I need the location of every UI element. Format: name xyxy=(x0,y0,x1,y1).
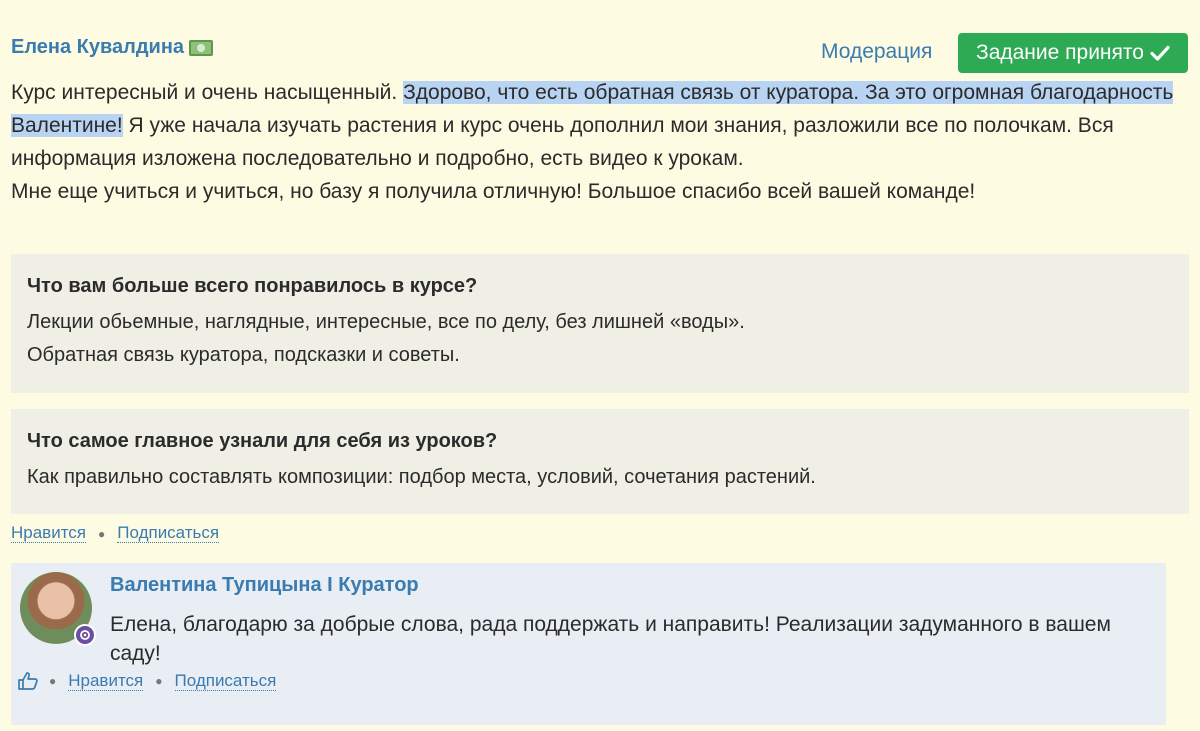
review-text-part1: Курс интересный и очень насыщенный. xyxy=(11,81,404,104)
review-page: Елена Кувалдина Модерация Задание принят… xyxy=(0,0,1200,731)
review-author-name[interactable]: Елена Кувалдина xyxy=(11,36,184,59)
separator-dot: ● xyxy=(155,674,163,688)
qa-question: Что вам больше всего понравилось в курсе… xyxy=(27,275,478,297)
reply-subscribe-link[interactable]: Подписаться xyxy=(174,671,277,691)
qa-question: Что самое главное узнали для себя из уро… xyxy=(27,430,498,452)
moderation-link[interactable]: Модерация xyxy=(821,40,932,64)
reply-author-name[interactable]: Валентина Тупицына I Куратор xyxy=(110,574,419,597)
reply-actions: ● Нравится ● Подписаться xyxy=(17,671,277,691)
qa-answer-line: Лекции обьемные, наглядные, интересные, … xyxy=(27,311,745,333)
avatar[interactable] xyxy=(20,572,96,646)
thumbs-up-icon[interactable] xyxy=(17,671,39,691)
subscribe-link[interactable]: Подписаться xyxy=(117,524,220,543)
separator-dot: ● xyxy=(98,526,106,541)
qa-answer: Лекции обьемные, наглядные, интересные, … xyxy=(27,306,1173,372)
money-icon xyxy=(189,39,214,56)
task-accepted-button[interactable]: Задание принято xyxy=(958,33,1188,73)
review-actions: Нравится ● Подписаться xyxy=(11,524,220,543)
like-link[interactable]: Нравится xyxy=(11,524,87,543)
curator-badge-icon xyxy=(74,624,96,646)
review-text-line2: Мне еще учиться и учиться, но базу я пол… xyxy=(11,180,976,203)
qa-answer-line: Как правильно составлять композиции: под… xyxy=(27,466,816,488)
checkmark-icon xyxy=(1150,45,1170,61)
separator-dot: ● xyxy=(49,674,57,688)
task-accepted-label: Задание принято xyxy=(976,41,1144,64)
review-author-row: Елена Кувалдина xyxy=(11,36,214,59)
reply-like-link[interactable]: Нравится xyxy=(68,671,144,691)
curator-reply: Валентина Тупицына I Куратор Елена, благ… xyxy=(11,563,1166,725)
review-text-part2: Я уже начала изучать растения и курс оче… xyxy=(11,114,1114,170)
qa-answer-line: Обратная связь куратора, подсказки и сов… xyxy=(27,344,460,366)
reply-text: Елена, благодарю за добрые слова, рада п… xyxy=(110,613,1111,665)
qa-card: Что вам больше всего понравилось в курсе… xyxy=(11,254,1189,393)
review-text: Курс интересный и очень насыщенный. Здор… xyxy=(11,76,1191,208)
qa-answer: Как правильно составлять композиции: под… xyxy=(27,461,1173,494)
qa-card: Что самое главное узнали для себя из уро… xyxy=(11,409,1189,514)
